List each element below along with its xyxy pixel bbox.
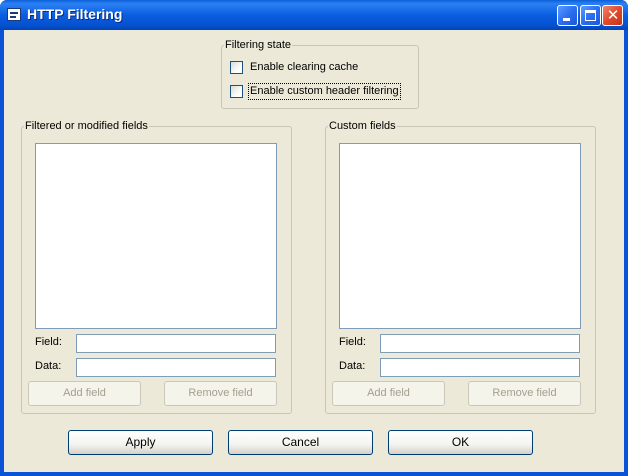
cancel-button[interactable]: Cancel <box>228 430 373 455</box>
filtered-add-field-button[interactable]: Add field <box>28 381 141 406</box>
filtered-data-label: Data: <box>35 360 62 372</box>
filtered-remove-field-button[interactable]: Remove field <box>164 381 277 406</box>
filtered-data-input[interactable] <box>76 358 276 377</box>
dialog-client-area: Filtering state Enable clearing cache En… <box>4 30 624 472</box>
filtered-field-input[interactable] <box>76 334 276 353</box>
http-filtering-window: HTTP Filtering ✕ Filtering state Enable … <box>0 0 628 476</box>
custom-fields-label: Custom fields <box>328 119 397 133</box>
custom-data-input[interactable] <box>380 358 580 377</box>
filtered-fields-list[interactable] <box>35 143 277 329</box>
custom-fields-list[interactable] <box>339 143 581 329</box>
maximize-button[interactable] <box>580 5 601 26</box>
filtered-field-label: Field: <box>35 336 62 348</box>
minimize-icon <box>563 18 570 21</box>
filtered-fields-label: Filtered or modified fields <box>24 119 149 133</box>
minimize-button[interactable] <box>557 5 578 26</box>
custom-data-label: Data: <box>339 360 366 372</box>
apply-button[interactable]: Apply <box>68 430 213 455</box>
ok-button[interactable]: OK <box>388 430 533 455</box>
window-title: HTTP Filtering <box>27 6 123 22</box>
app-icon <box>7 8 21 21</box>
custom-add-field-button[interactable]: Add field <box>332 381 445 406</box>
maximize-icon <box>585 10 596 21</box>
filtering-state-group: Filtering state Enable clearing cache En… <box>221 38 419 109</box>
custom-remove-field-button[interactable]: Remove field <box>468 381 581 406</box>
enable-custom-header-filtering-checkbox[interactable] <box>230 85 243 98</box>
close-icon: ✕ <box>606 6 620 24</box>
custom-field-label: Field: <box>339 336 366 348</box>
close-button[interactable]: ✕ <box>602 5 623 26</box>
enable-custom-header-filtering-label[interactable]: Enable custom header filtering <box>248 83 401 100</box>
title-bar[interactable]: HTTP Filtering ✕ <box>0 0 628 30</box>
custom-field-input[interactable] <box>380 334 580 353</box>
enable-clearing-cache-checkbox[interactable] <box>230 61 243 74</box>
filtering-state-label: Filtering state <box>224 38 293 52</box>
enable-clearing-cache-label[interactable]: Enable clearing cache <box>249 60 359 75</box>
